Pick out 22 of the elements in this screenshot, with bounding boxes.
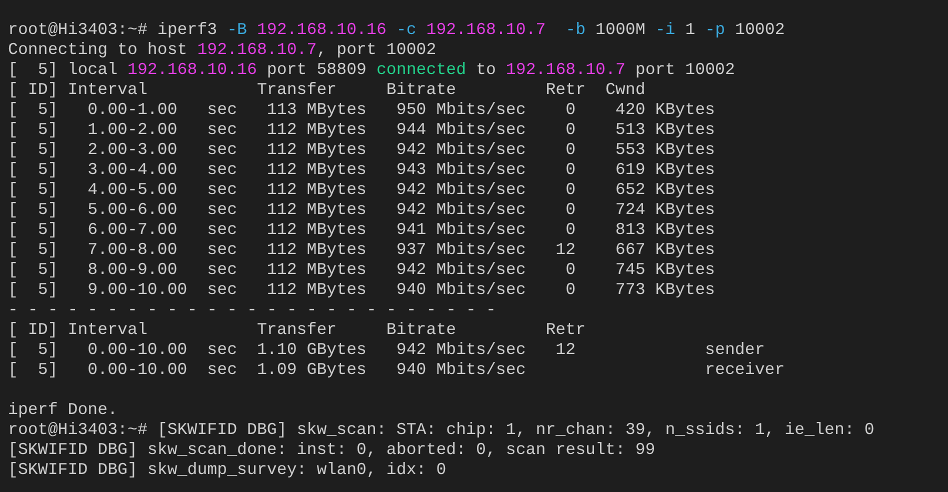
terminal-line: [ 5] 2.00-3.00 sec 112 MBytes 942 Mbits/sec 0 553 KBytes — [8, 140, 716, 160]
terminal-line: [ 5] 9.00-10.00 sec 112 MBytes 940 Mbits/sec 0 773 KBytes — [8, 280, 716, 300]
terminal-line: [ 5] 5.00-6.00 sec 112 MBytes 942 Mbits/sec 0 724 KBytes — [8, 200, 716, 220]
terminal-line: [ 5] 8.00-9.00 sec 112 MBytes 942 Mbits/sec 0 745 KBytes — [8, 260, 716, 280]
terminal-line: [ 5] local 192.168.10.16 port 58809 connected to 192.168.10.7 port 10002 — [8, 60, 735, 80]
terminal-line: [ 5] 7.00-8.00 sec 112 MBytes 937 Mbits/sec 12 667 KBytes — [8, 240, 716, 260]
terminal-line: [ 5] 4.00-5.00 sec 112 MBytes 942 Mbits/sec 0 652 KBytes — [8, 180, 716, 200]
terminal-line: iperf Done. — [8, 400, 118, 420]
terminal-line: [SKWIFID DBG] skw_scan_done: inst: 0, aborted: 0, scan result: 99 — [8, 440, 656, 460]
terminal-line: - - - - - - - - - - - - - - - - - - - - - - - - - — [8, 300, 496, 320]
terminal-line: [ 5] 0.00-10.00 sec 1.09 GBytes 940 Mbits/sec receiver — [8, 360, 785, 380]
terminal-line: [ 5] 0.00-10.00 sec 1.10 GBytes 942 Mbits/sec 12 sender — [8, 340, 765, 360]
terminal-line: [ 5] 0.00-1.00 sec 113 MBytes 950 Mbits/sec 0 420 KBytes — [8, 100, 716, 120]
terminal-line: root@Hi3403:~# iperf3 -B 192.168.10.16 -c 192.168.10.7 -b 1000M -i 1 -p 10002 — [8, 20, 785, 40]
terminal-line: [ ID] Interval Transfer Bitrate Retr — [8, 320, 586, 340]
terminal-line: [ 5] 1.00-2.00 sec 112 MBytes 944 Mbits/sec 0 513 KBytes — [8, 120, 716, 140]
terminal-line: root@Hi3403:~# [SKWIFID DBG] skw_scan: STA: chip: 1, nr_chan: 39, n_ssids: 1, ie_len: 0 — [8, 420, 874, 440]
terminal-line: [ 5] 3.00-4.00 sec 112 MBytes 943 Mbits/sec 0 619 KBytes — [8, 160, 716, 180]
terminal-line: Connecting to host 192.168.10.7, port 10002 — [8, 40, 436, 60]
terminal-line: [SKWIFID DBG] skw_dump_survey: wlan0, idx: 0 — [8, 460, 446, 480]
terminal-line: [ 5] 6.00-7.00 sec 112 MBytes 941 Mbits/sec 0 813 KBytes — [8, 220, 716, 240]
terminal-line: [ ID] Interval Transfer Bitrate Retr Cwnd — [8, 80, 646, 100]
